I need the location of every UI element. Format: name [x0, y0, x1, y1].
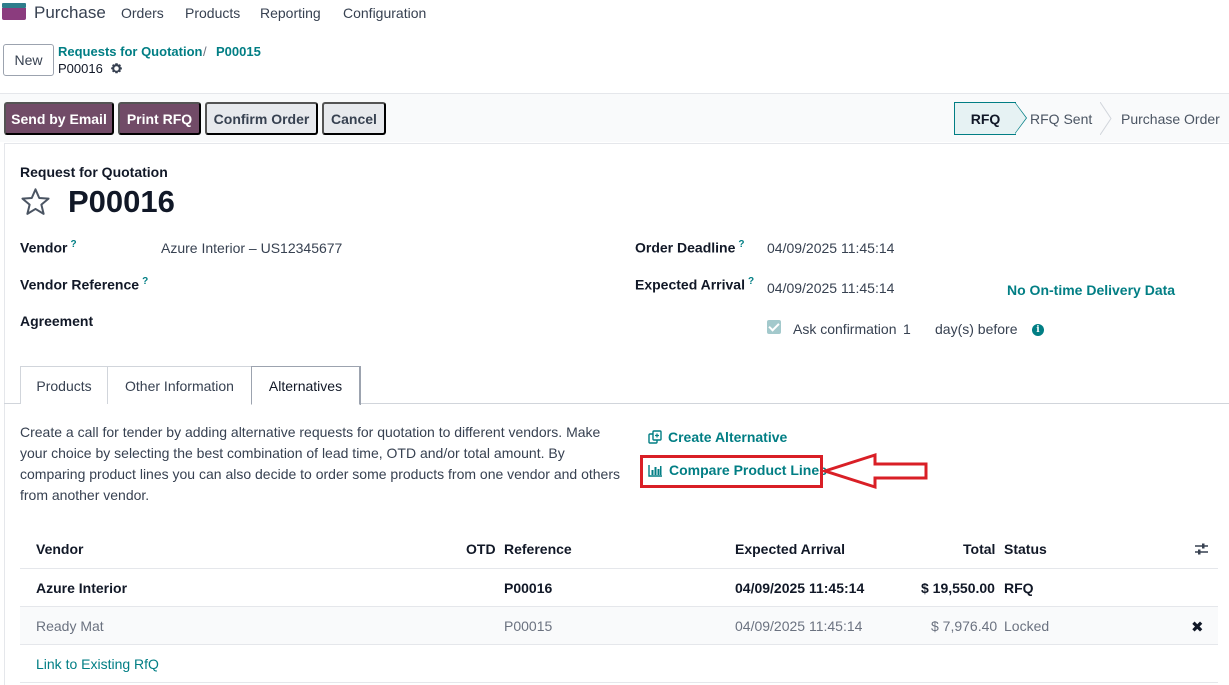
column-status[interactable]: Status [1004, 541, 1047, 557]
info-icon[interactable]: i [1032, 324, 1044, 336]
row-status[interactable]: Locked [1004, 618, 1049, 634]
row-total[interactable]: $ 19,550.00 [921, 580, 995, 596]
confirm-order-button[interactable]: Confirm Order [205, 102, 318, 135]
breadcrumb-previous-record[interactable]: P00015 [216, 44, 261, 59]
order-deadline-field[interactable]: 04/09/2025 11:45:14 [767, 240, 894, 256]
otd-link[interactable]: No On-time Delivery Data [1007, 282, 1175, 298]
row-vendor[interactable]: Ready Mat [36, 618, 104, 634]
remove-alternative-icon[interactable]: ✖ [1191, 618, 1204, 636]
top-navbar: Purchase Orders Products Reporting Confi… [0, 0, 1229, 26]
row-reference[interactable]: P00015 [504, 618, 552, 634]
cancel-button[interactable]: Cancel [322, 102, 386, 135]
row-reference[interactable]: P00016 [504, 580, 552, 596]
expected-arrival-field[interactable]: 04/09/2025 11:45:14 [767, 280, 894, 296]
create-alternative-label: Create Alternative [668, 429, 788, 445]
tab-alternatives[interactable]: Alternatives [251, 366, 360, 405]
ask-confirmation-checkbox[interactable] [767, 320, 781, 334]
form-sheet [4, 143, 1229, 685]
row-vendor[interactable]: Azure Interior [36, 580, 127, 596]
column-reference[interactable]: Reference [504, 541, 572, 557]
highlight-box [640, 455, 823, 488]
link-existing-rfq-button[interactable]: Link to Existing RfQ [36, 656, 159, 672]
help-icon[interactable]: ? [738, 239, 744, 250]
days-before-label: day(s) before [935, 321, 1018, 337]
agreement-label: Agreement [20, 313, 94, 329]
step-rfq-sent[interactable]: RFQ Sent [1030, 102, 1092, 135]
alternatives-description: Create a call for tender by adding alter… [20, 424, 621, 503]
step-rfq[interactable]: RFQ [954, 102, 1016, 135]
column-total[interactable]: Total [963, 541, 995, 557]
document-type: Request for Quotation [20, 164, 168, 180]
row-divider [20, 682, 1218, 683]
app-name[interactable]: Purchase [34, 3, 106, 23]
breadcrumb-separator: / [203, 44, 207, 59]
document-name: P00016 [68, 184, 175, 219]
row-expected-arrival[interactable]: 04/09/2025 11:45:14 [735, 618, 862, 634]
table-header-divider [20, 568, 1218, 569]
status-steps: RFQ RFQ Sent Purchase Order [954, 102, 1222, 135]
annotation-arrow-icon [822, 452, 928, 490]
row-expected-arrival[interactable]: 04/09/2025 11:45:14 [735, 580, 864, 596]
column-vendor[interactable]: Vendor [36, 541, 83, 557]
expected-arrival-label: Expected Arrival? [635, 276, 755, 293]
gear-icon[interactable] [110, 62, 123, 75]
menu-reporting[interactable]: Reporting [260, 5, 321, 21]
row-divider [20, 644, 1218, 645]
reminder-days-field[interactable]: 1 [903, 321, 911, 337]
copy-icon [648, 430, 662, 444]
menu-configuration[interactable]: Configuration [343, 5, 426, 21]
row-status[interactable]: RFQ [1004, 580, 1034, 596]
vendor-field[interactable]: Azure Interior – US12345677 [161, 240, 342, 256]
sliders-icon[interactable] [1194, 542, 1209, 556]
step-separator-icon [1100, 102, 1112, 135]
new-button[interactable]: New [3, 44, 54, 76]
send-by-email-button[interactable]: Send by Email [4, 102, 114, 135]
menu-orders[interactable]: Orders [121, 5, 164, 21]
help-icon[interactable]: ? [748, 276, 754, 287]
vendor-reference-label: Vendor Reference? [20, 276, 149, 293]
star-icon[interactable] [19, 186, 52, 218]
step-purchase-order[interactable]: Purchase Order [1121, 102, 1220, 135]
breadcrumb-current: P00016 [58, 61, 103, 76]
order-deadline-label: Order Deadline? [635, 239, 745, 256]
breadcrumb-rfq-list[interactable]: Requests for Quotation [58, 44, 202, 59]
column-otd[interactable]: OTD [466, 541, 496, 557]
vendor-label: Vendor? [20, 239, 77, 256]
ask-confirmation-label: Ask confirmation [793, 321, 897, 337]
tab-products[interactable]: Products [20, 366, 108, 404]
create-alternative-button[interactable]: Create Alternative [648, 429, 787, 445]
print-rfq-button[interactable]: Print RFQ [118, 102, 201, 135]
purchase-app-icon[interactable] [2, 3, 26, 20]
help-icon[interactable]: ? [142, 276, 148, 287]
tab-other-information[interactable]: Other Information [107, 366, 252, 404]
menu-products[interactable]: Products [185, 5, 240, 21]
help-icon[interactable]: ? [70, 239, 76, 250]
row-total[interactable]: $ 7,976.40 [931, 618, 997, 634]
column-expected-arrival[interactable]: Expected Arrival [735, 541, 845, 557]
